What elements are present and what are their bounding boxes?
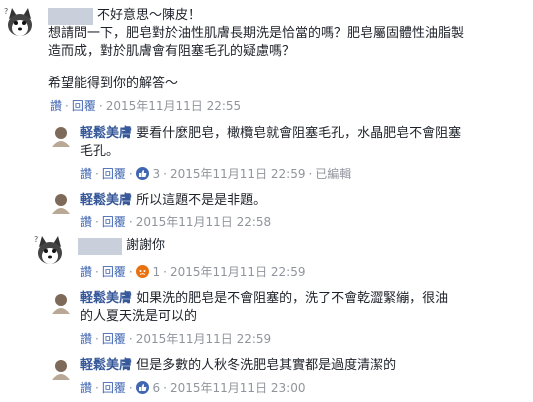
page-logo-avatar-icon [52, 360, 70, 380]
comment-meta: 讚 · 回覆 · 2015年11月11日 22:55 [50, 99, 242, 113]
page-logo-avatar-icon [52, 294, 70, 314]
comment-text-line: 但是多數的人秋冬洗肥皂其實都是過度清潔的 [136, 358, 397, 373]
comment-text-line: 毛孔。 [80, 144, 120, 159]
comment-timestamp[interactable]: 2015年11月11日 23:00 [170, 381, 305, 395]
comment-timestamp[interactable]: 2015年11月11日 22:59 [136, 332, 271, 346]
avatar[interactable] [49, 357, 73, 381]
edited-label[interactable]: 已編輯 [315, 167, 351, 181]
avatar[interactable] [49, 124, 73, 148]
commenter-name[interactable]: 軽鬆美膚 [80, 358, 132, 373]
page-logo-avatar-icon [52, 127, 70, 147]
comment-text-line: 想請問一下，肥皂對於油性肌膚長期洗是恰當的嗎？肥皂屬固體性油脂製 [48, 26, 465, 41]
comment-timestamp[interactable]: 2015年11月11日 22:55 [106, 99, 241, 113]
avatar[interactable]: ? [3, 5, 37, 39]
reply-text: 軽鬆美膚 但是多數的人秋冬洗肥皂其實都是過度清潔的 [80, 357, 396, 375]
comment-meta: 讚 · 回覆 · 2015年11月11日 22:58 [80, 215, 272, 229]
comment-text-line: 不好意思～陳皮！ [97, 8, 202, 23]
like-link[interactable]: 讚 [80, 381, 92, 395]
husky-dog-avatar-icon: ? [4, 7, 32, 36]
comment-text-line: 的人夏天洗是可以的 [80, 309, 198, 324]
reply-link[interactable]: 回覆 [72, 99, 96, 113]
like-link[interactable]: 讚 [50, 99, 62, 113]
avatar[interactable] [49, 191, 73, 215]
commenter-name-redacted[interactable] [78, 238, 122, 255]
comment-text-line: 造而成，對於肌膚會有阻塞毛孔的疑慮嗎？ [48, 44, 296, 59]
reply-text: 軽鬆美膚 如果洗的肥皂是不會阻塞的，洗了不會乾澀緊繃，很油 [80, 290, 448, 308]
comment-timestamp[interactable]: 2015年11月11日 22:59 [170, 265, 305, 279]
reaction-count[interactable]: 6 [153, 381, 161, 395]
reply-text: 軽鬆美膚 所以這題不是是非題。 [80, 192, 266, 210]
commenter-name-redacted[interactable] [48, 8, 93, 25]
like-link[interactable]: 讚 [80, 167, 92, 181]
comment-meta: 讚 · 回覆 · 6 · 2015年11月11日 23:00 [80, 381, 306, 395]
reaction-count[interactable]: 3 [153, 167, 161, 181]
reply-link[interactable]: 回覆 [102, 332, 126, 346]
comment-meta: 讚 · 回覆 · 2015年11月11日 22:59 [80, 332, 272, 346]
commenter-name[interactable]: 軽鬆美膚 [80, 193, 132, 208]
comment-meta: 讚 · 回覆 · 3 · 2015年11月11日 22:59 · 已編輯 [80, 167, 352, 181]
comment-text-line: 希望能得到你的解答～ [48, 76, 179, 91]
reply-link[interactable]: 回覆 [102, 167, 126, 181]
reply-link[interactable]: 回覆 [102, 381, 126, 395]
reply-link[interactable]: 回覆 [102, 215, 126, 229]
page-logo-avatar-icon [52, 194, 70, 214]
comment-timestamp[interactable]: 2015年11月11日 22:58 [136, 215, 271, 229]
like-link[interactable]: 讚 [80, 265, 92, 279]
svg-text:?: ? [4, 7, 8, 16]
commenter-name[interactable]: 軽鬆美膚 [80, 291, 132, 306]
reply-text: 軽鬆美膚 要看什麼肥皂，橄欖皂就會阻塞毛孔，水晶肥皂不會阻塞 [80, 125, 461, 143]
avatar[interactable] [49, 291, 73, 315]
like-link[interactable]: 讚 [80, 215, 92, 229]
comment-text-line: 要看什麼肥皂，橄欖皂就會阻塞毛孔，水晶肥皂不會阻塞 [136, 126, 462, 141]
comment-text-line: 謝謝你 [126, 238, 166, 253]
comment-timestamp[interactable]: 2015年11月11日 22:59 [170, 167, 305, 181]
like-icon[interactable] [135, 381, 149, 394]
reaction-count[interactable]: 1 [153, 265, 161, 279]
reply-link[interactable]: 回覆 [102, 265, 126, 279]
comment-text-line: 所以這題不是是非題。 [136, 193, 267, 208]
comment-text-line: 如果洗的肥皂是不會阻塞的，洗了不會乾澀緊繃，很油 [136, 291, 449, 306]
husky-dog-avatar-icon: ? [34, 235, 62, 264]
comment-meta: 讚 · 回覆 · 1 · 2015年11月11日 22:59 [80, 265, 306, 279]
svg-text:?: ? [34, 235, 38, 244]
like-icon[interactable] [135, 167, 149, 180]
angry-icon[interactable] [135, 265, 149, 278]
avatar[interactable]: ? [33, 233, 67, 267]
like-link[interactable]: 讚 [80, 332, 92, 346]
commenter-name[interactable]: 軽鬆美膚 [80, 126, 132, 141]
